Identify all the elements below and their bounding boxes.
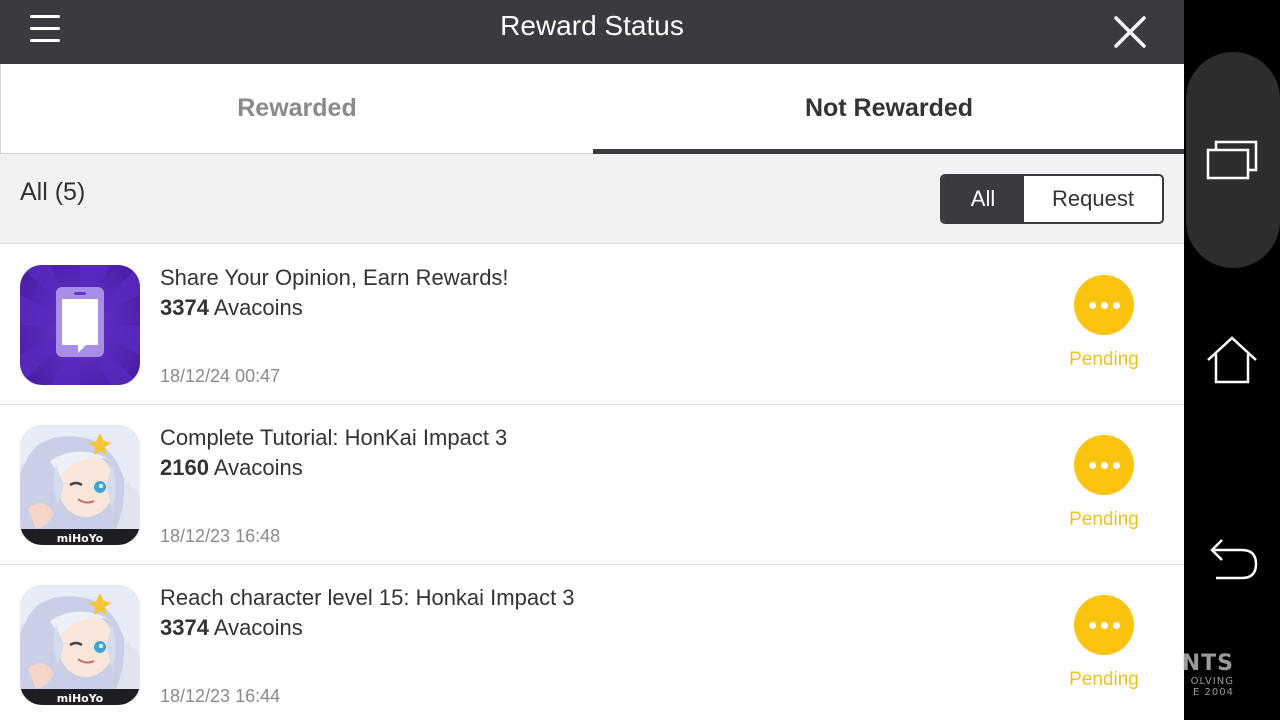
item-count-label: All (5)	[20, 178, 86, 206]
tab-rewarded[interactable]: Rewarded	[1, 64, 593, 154]
reward-title: Share Your Opinion, Earn Rewards!	[160, 265, 509, 290]
survey-app-icon	[20, 265, 140, 385]
mihoyo-logo-text: miHoYo	[57, 692, 104, 705]
top-bar: Reward Status	[0, 0, 1184, 64]
watermark-logo: NTS OLVING E 2004	[1181, 651, 1234, 699]
system-navigation-bar	[1184, 0, 1280, 720]
reward-date: 18/12/24 00:47	[160, 366, 281, 386]
status-badge: Pending	[1069, 349, 1139, 370]
filter-segmented-control: All Request	[940, 174, 1164, 224]
home-icon[interactable]	[1200, 328, 1264, 392]
reward-amount: 3374 Avacoins	[160, 615, 303, 641]
filter-all-button[interactable]: All	[942, 176, 1024, 222]
tab-not-rewarded[interactable]: Not Rewarded	[593, 64, 1184, 154]
filter-request-button[interactable]: Request	[1024, 176, 1162, 222]
reward-amount: 3374 Avacoins	[160, 295, 303, 321]
reward-status-screen: Reward Status Rewarded Not Rewarded All …	[0, 0, 1184, 720]
reward-list-item[interactable]: miHoYo Reach character level 15: Honkai …	[0, 565, 1184, 720]
recent-apps-icon[interactable]	[1200, 128, 1264, 192]
status-badge: Pending	[1069, 669, 1139, 690]
reward-date: 18/12/23 16:48	[160, 526, 281, 546]
honkai-impact-app-icon: miHoYo	[20, 425, 140, 545]
mihoyo-logo-text: miHoYo	[57, 532, 104, 545]
pending-status-icon	[1074, 275, 1134, 335]
back-icon[interactable]	[1200, 528, 1264, 592]
reward-title: Complete Tutorial: HonKai Impact 3	[160, 425, 508, 450]
pending-status-icon	[1074, 595, 1134, 655]
reward-date: 18/12/23 16:44	[160, 686, 281, 706]
status-badge: Pending	[1069, 509, 1139, 530]
reward-amount-value: 3374	[160, 295, 209, 320]
close-icon[interactable]	[1104, 8, 1156, 56]
reward-list-item[interactable]: Share Your Opinion, Earn Rewards! 3374 A…	[0, 245, 1184, 405]
reward-amount-unit: Avacoins	[213, 295, 303, 320]
reward-amount-value: 3374	[160, 615, 209, 640]
reward-amount-value: 2160	[160, 455, 209, 480]
reward-title: Reach character level 15: Honkai Impact …	[160, 585, 575, 610]
reward-amount-unit: Avacoins	[213, 615, 303, 640]
reward-tabs: Rewarded Not Rewarded	[0, 64, 1184, 154]
honkai-impact-app-icon: miHoYo	[20, 585, 140, 705]
page-title: Reward Status	[500, 10, 684, 41]
reward-amount: 2160 Avacoins	[160, 455, 303, 481]
filter-bar: All (5) All Request	[0, 154, 1184, 244]
pending-status-icon	[1074, 435, 1134, 495]
reward-list-item[interactable]: miHoYo Complete Tutorial: HonKai Impact …	[0, 405, 1184, 565]
reward-amount-unit: Avacoins	[213, 455, 303, 480]
